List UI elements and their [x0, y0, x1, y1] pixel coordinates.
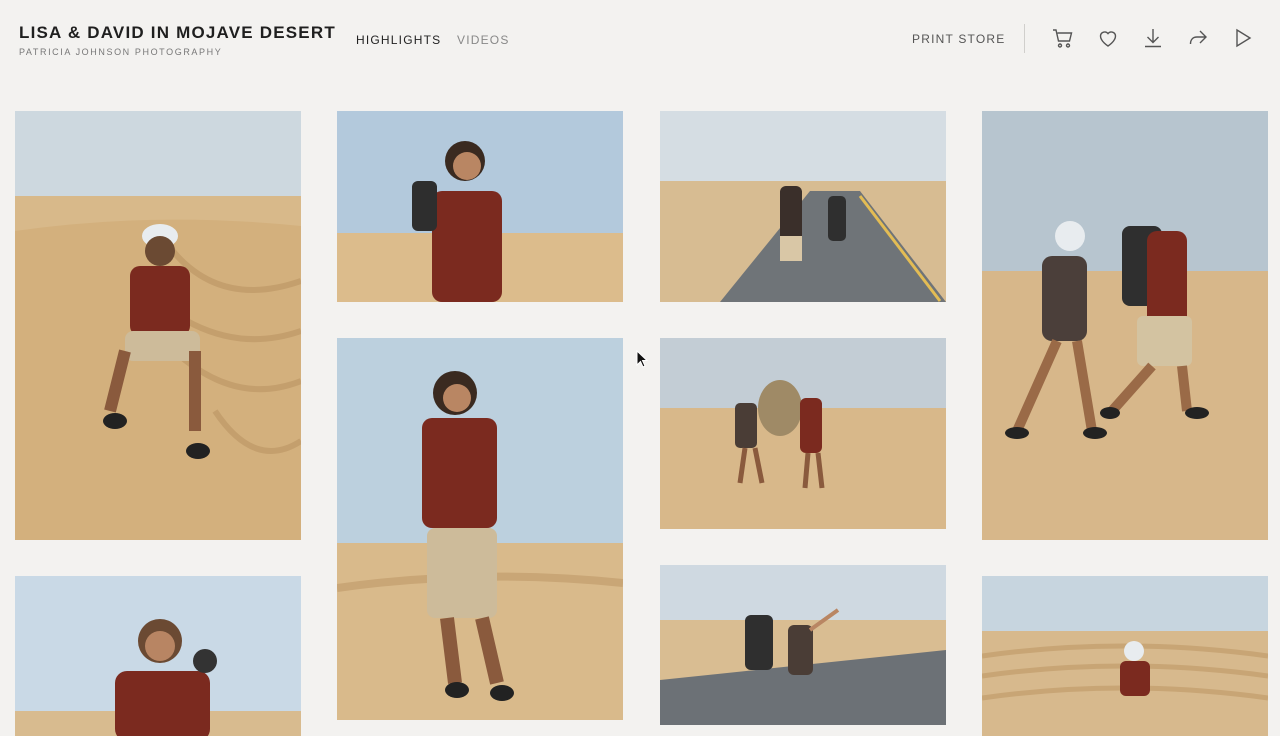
photo-couple-sand-trees[interactable] — [660, 338, 946, 529]
photo-man-walking-dune[interactable] — [337, 338, 623, 720]
heart-icon[interactable] — [1096, 26, 1120, 50]
tab-videos[interactable]: VIDEOS — [457, 33, 510, 47]
photo-couple-hiking-sand[interactable] — [982, 111, 1268, 540]
photo-man-sunglasses-backpack[interactable] — [337, 111, 623, 302]
photographer-name[interactable]: PATRICIA JOHNSON PHOTOGRAPHY — [19, 47, 222, 57]
mouse-cursor — [636, 349, 649, 368]
gallery-header: LISA & DAVID IN MOJAVE DESERT PATRICIA J… — [0, 0, 1280, 80]
print-store-link[interactable]: PRINT STORE — [912, 32, 1005, 46]
photo-couple-walking-road[interactable] — [660, 111, 946, 302]
photo-man-sitting-dunes-distance[interactable] — [982, 576, 1268, 736]
photo-couple-road-pointing[interactable] — [660, 565, 946, 725]
photo-man-smiling[interactable] — [15, 576, 301, 736]
cart-icon[interactable] — [1051, 26, 1075, 50]
header-divider — [1024, 24, 1025, 53]
gallery-title: LISA & DAVID IN MOJAVE DESERT — [19, 23, 336, 42]
share-icon[interactable] — [1186, 26, 1210, 50]
photo-man-sitting-dune[interactable] — [15, 111, 301, 540]
download-icon[interactable] — [1141, 26, 1165, 50]
tab-highlights[interactable]: HIGHLIGHTS — [356, 33, 441, 47]
play-icon[interactable] — [1231, 26, 1255, 50]
